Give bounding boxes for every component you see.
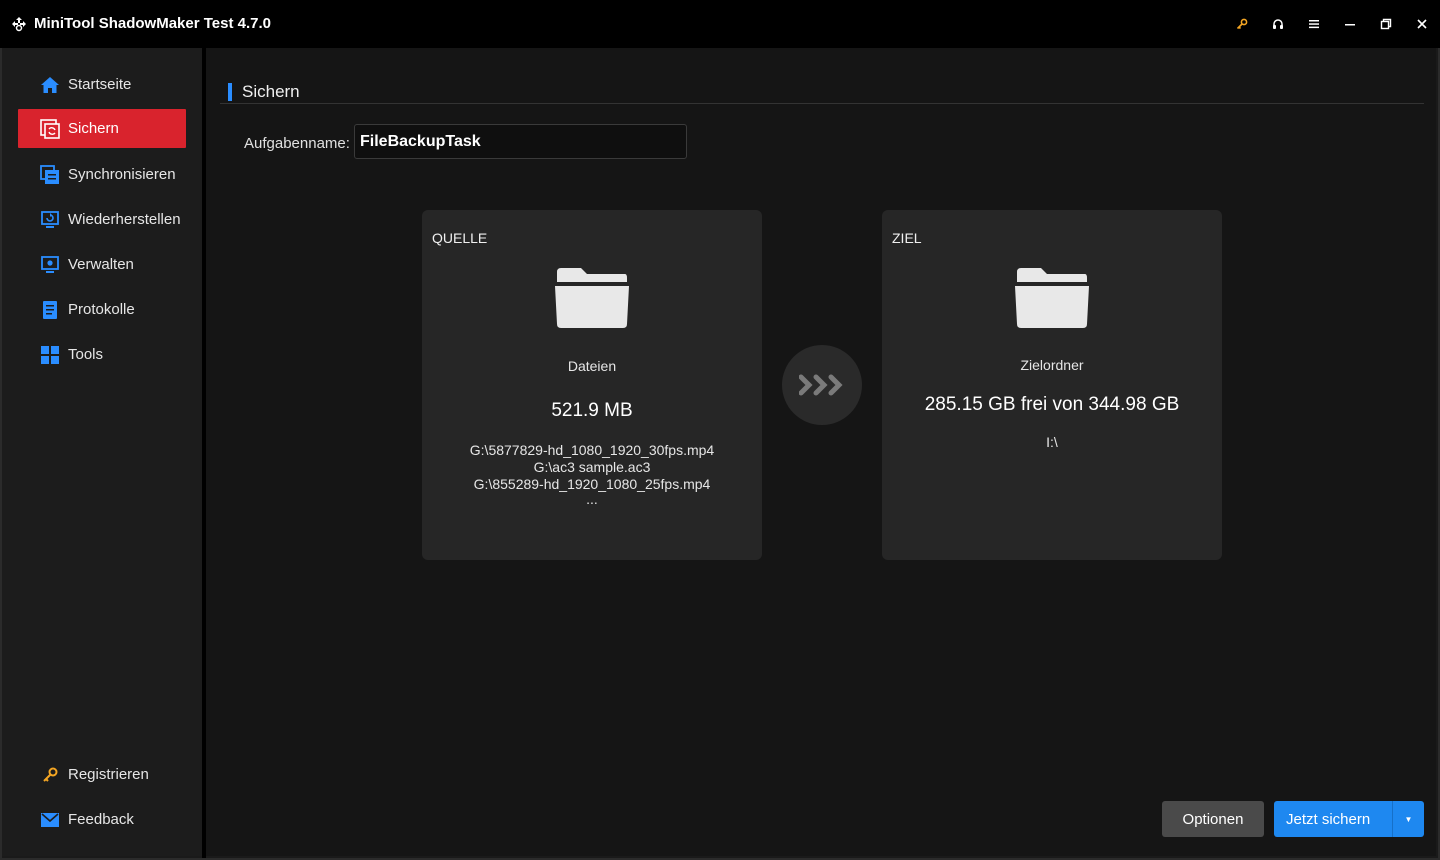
tools-icon	[40, 345, 60, 365]
page-title: Sichern	[242, 82, 300, 101]
backup-now-button[interactable]: Jetzt sichern ▼	[1274, 801, 1424, 837]
sidebar-item-label: Startseite	[68, 76, 132, 93]
destination-space: 285.15 GB frei von 344.98 GB	[924, 394, 1180, 415]
headset-icon[interactable]	[1260, 0, 1296, 48]
sidebar-item-wiederherstellen[interactable]: Wiederherstellen	[18, 200, 186, 239]
sidebar-item-protokolle[interactable]: Protokolle	[18, 290, 186, 329]
backup-icon	[40, 118, 60, 139]
sidebar-item-label: Registrieren	[68, 766, 149, 783]
destination-label: ZIEL	[892, 230, 922, 246]
options-button[interactable]: Optionen	[1162, 801, 1264, 837]
arrow-circle	[782, 345, 862, 425]
sidebar-item-label: Feedback	[68, 811, 134, 828]
close-icon[interactable]	[1404, 0, 1440, 48]
sidebar-item-label: Wiederherstellen	[68, 211, 181, 228]
sync-icon	[40, 164, 60, 185]
triple-chevron-right-icon	[799, 374, 843, 396]
home-icon	[40, 75, 60, 95]
source-path-more: ...	[586, 491, 598, 507]
app-title: MiniTool ShadowMaker Test 4.7.0	[34, 15, 271, 32]
sidebar-item-sichern[interactable]: Sichern	[18, 109, 186, 148]
sidebar-item-label: Sichern	[68, 120, 119, 137]
section-header: Sichern	[228, 82, 300, 102]
source-type: Dateien	[567, 358, 617, 374]
manage-icon	[40, 255, 60, 275]
sidebar-item-tools[interactable]: Tools	[18, 335, 186, 374]
caret-down-icon[interactable]: ▼	[1393, 815, 1424, 824]
key-icon[interactable]	[1224, 0, 1260, 48]
source-label: QUELLE	[432, 230, 488, 246]
logs-icon	[40, 300, 60, 320]
backup-now-label: Jetzt sichern	[1286, 810, 1371, 828]
sidebar: Startseite Sichern Synchronisieren Wiede…	[2, 48, 202, 856]
folder-icon	[555, 268, 629, 328]
source-card[interactable]: QUELLE Dateien 521.9 MB G:\5877829-hd_10…	[422, 210, 762, 560]
mail-icon	[40, 810, 60, 830]
restore-icon	[40, 210, 60, 230]
source-size: 521.9 MB	[551, 400, 633, 421]
menu-icon[interactable]	[1296, 0, 1332, 48]
sidebar-item-verwalten[interactable]: Verwalten	[18, 245, 186, 284]
sidebar-item-synchronisieren[interactable]: Synchronisieren	[18, 155, 186, 194]
source-path: G:\ac3 sample.ac3	[533, 459, 651, 475]
sidebar-item-startseite[interactable]: Startseite	[18, 65, 186, 104]
sidebar-item-label: Tools	[68, 346, 104, 363]
destination-path: I:\	[1046, 434, 1058, 450]
section-accent-bar	[228, 83, 232, 101]
minimize-icon[interactable]	[1332, 0, 1368, 48]
sidebar-item-label: Synchronisieren	[68, 166, 176, 183]
sidebar-item-label: Verwalten	[68, 256, 134, 273]
sidebar-item-feedback[interactable]: Feedback	[18, 800, 186, 839]
section-divider	[220, 103, 1424, 104]
task-name-label: Aufgabenname:	[244, 135, 350, 152]
title-bar: MiniTool ShadowMaker Test 4.7.0	[0, 0, 1440, 48]
source-path: G:\5877829-hd_1080_1920_30fps.mp4	[469, 442, 715, 458]
restore-icon[interactable]	[1368, 0, 1404, 48]
app-logo-icon	[12, 17, 26, 32]
sidebar-item-registrieren[interactable]: Registrieren	[18, 755, 186, 794]
destination-type: Zielordner	[1020, 357, 1084, 373]
key-icon	[40, 765, 60, 785]
sidebar-item-label: Protokolle	[68, 301, 135, 318]
destination-card[interactable]: ZIEL Zielordner 285.15 GB frei von 344.9…	[882, 210, 1222, 560]
folder-icon	[1015, 268, 1089, 328]
main-panel: Sichern Aufgabenname: QUELLE Dateien 521…	[206, 48, 1436, 856]
task-name-input[interactable]	[354, 124, 687, 159]
